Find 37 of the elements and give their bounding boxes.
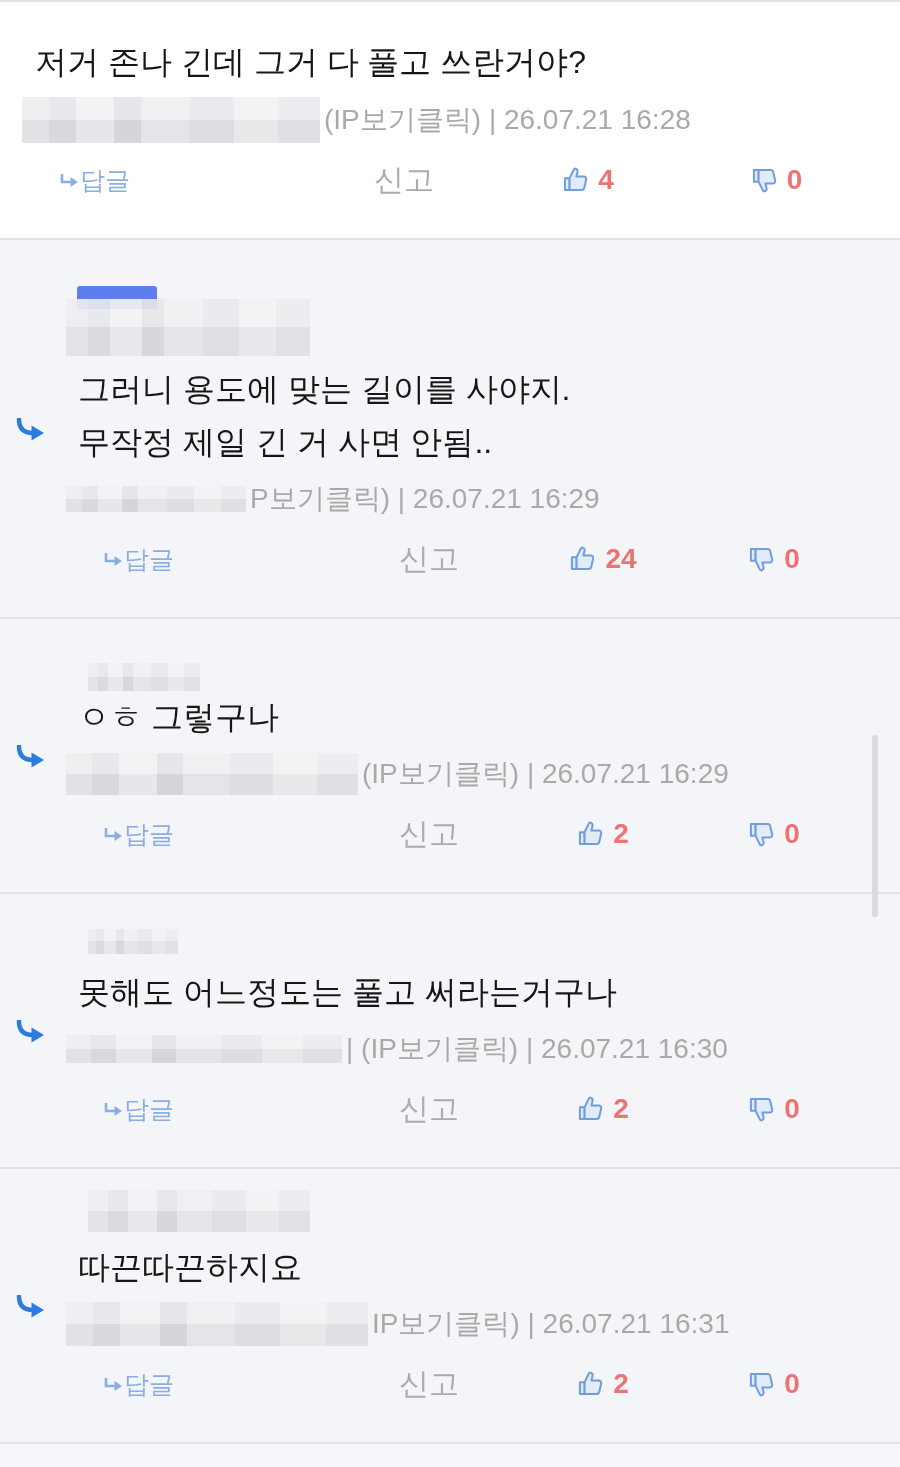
like-button[interactable]: 4 <box>562 162 614 198</box>
comment-text: 따끈따끈하지요 <box>78 1248 303 1287</box>
comment-text: 그러니 용도에 맞는 길이를 사야지. 무작정 제일 긴 거 사면 안됨.. <box>78 370 572 462</box>
hooked-arrow-icon[interactable] <box>104 1102 122 1116</box>
like-button[interactable]: 24 <box>569 541 637 577</box>
thumbs-down-icon[interactable] <box>750 166 779 194</box>
reply-button[interactable]: 답글 <box>104 542 174 576</box>
comment-text: 못해도 어느정도는 풀고 써라는거구나 <box>78 973 618 1012</box>
like-button[interactable]: 2 <box>577 816 629 852</box>
scrollbar-thumb[interactable] <box>872 735 878 917</box>
comment-text: ㅇㅎ 그렇구나 <box>78 698 280 737</box>
reply-button[interactable]: 답글 <box>104 817 174 851</box>
dislike-button[interactable]: 0 <box>748 1366 800 1402</box>
report-button[interactable]: 신고 <box>399 814 459 854</box>
dislike-button[interactable]: 0 <box>748 816 800 852</box>
report-button[interactable]: 신고 <box>399 1364 459 1404</box>
comment-meta: IP보기클릭) | 26.07.21 16:31 <box>372 1307 730 1341</box>
like-button[interactable]: 2 <box>577 1091 629 1127</box>
like-button[interactable]: 2 <box>577 1366 629 1402</box>
reply-button[interactable]: 답글 <box>104 1367 174 1401</box>
hooked-arrow-icon[interactable] <box>104 1377 122 1391</box>
reply-button[interactable]: 답글 <box>60 163 130 197</box>
dislike-button[interactable]: 0 <box>750 162 803 198</box>
report-button[interactable]: 신고 <box>374 160 434 200</box>
reply-button[interactable]: 답글 <box>104 1092 174 1126</box>
hooked-arrow-icon[interactable] <box>104 552 122 566</box>
dislike-button[interactable]: 0 <box>748 541 800 577</box>
comment-meta: (IP보기클릭) | 26.07.21 16:28 <box>324 103 691 137</box>
comment-meta: | (IP보기클릭) | 26.07.21 16:30 <box>346 1032 728 1066</box>
report-button[interactable]: 신고 <box>399 539 459 579</box>
hooked-arrow-icon[interactable] <box>60 173 78 187</box>
hooked-arrow-icon[interactable] <box>104 827 122 841</box>
dislike-button[interactable]: 0 <box>748 1091 800 1127</box>
comment-meta: P보기클릭) | 26.07.21 16:29 <box>250 482 600 516</box>
comment-text: 저거 존나 긴데 그거 다 풀고 쓰란거야? <box>35 43 588 82</box>
report-button[interactable]: 신고 <box>399 1089 459 1129</box>
comment-meta: (IP보기클릭) | 26.07.21 16:29 <box>362 757 729 791</box>
